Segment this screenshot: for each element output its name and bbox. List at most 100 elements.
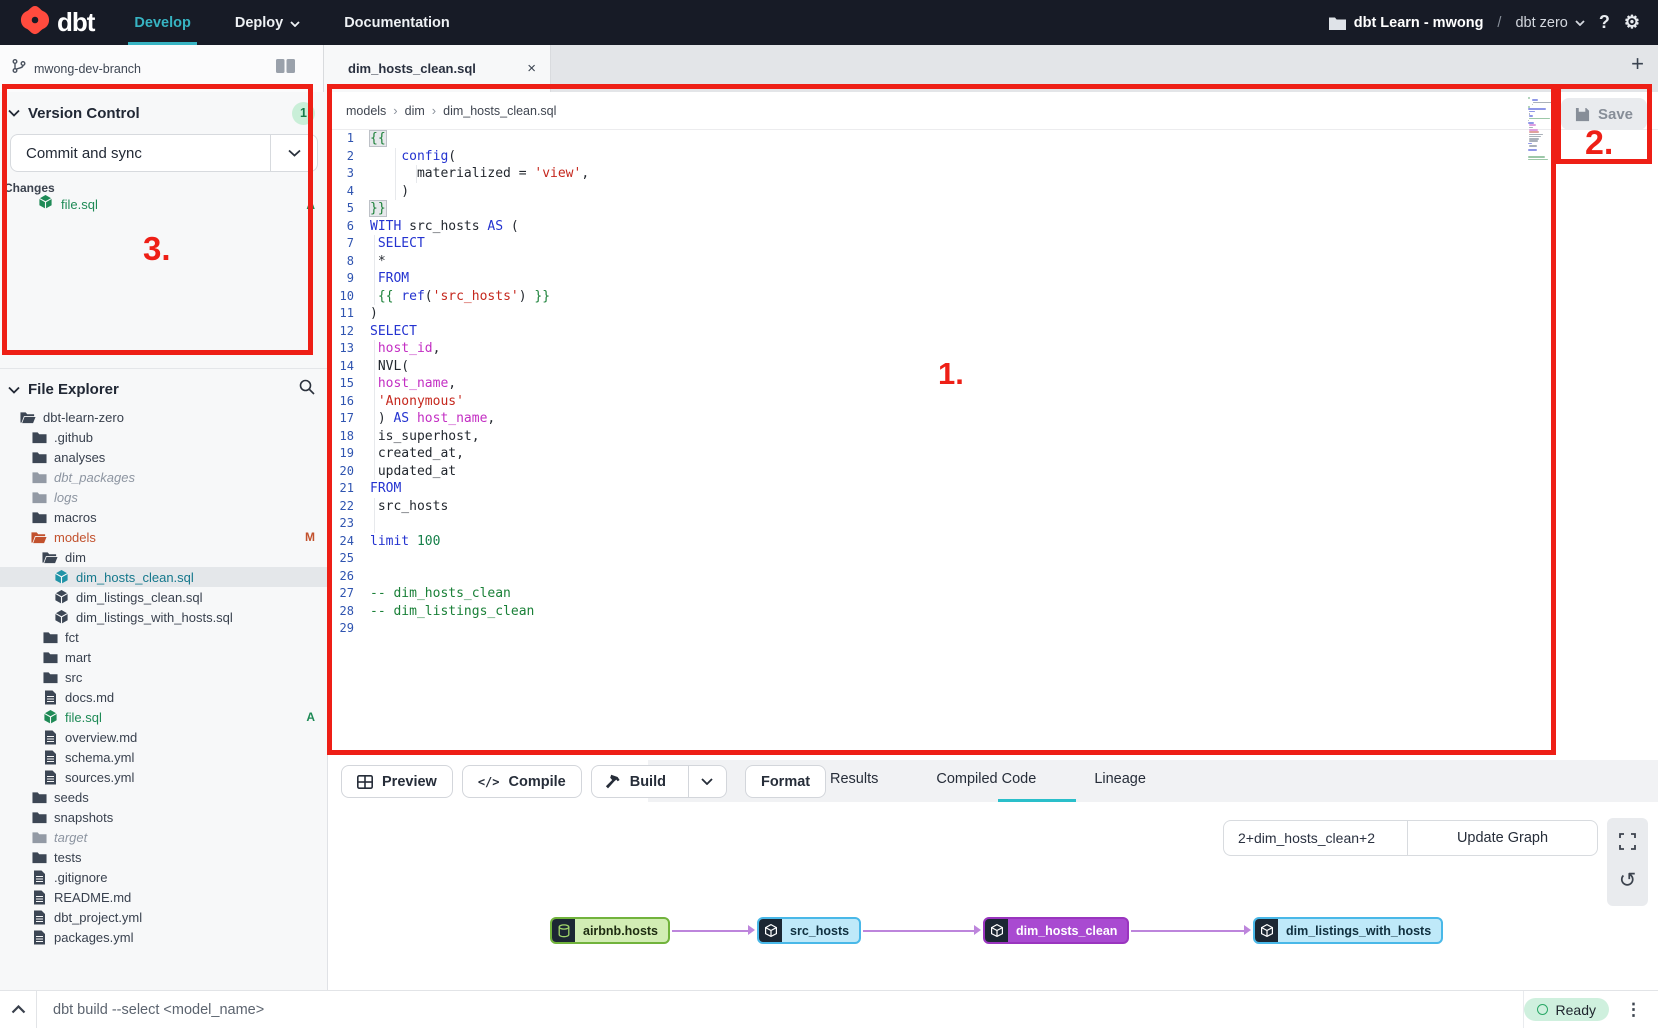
tree-item-docs-md[interactable]: docs.md bbox=[0, 687, 328, 707]
kebab-menu-icon[interactable]: ⋮ bbox=[1625, 1000, 1642, 1020]
tree-item-dbt-packages[interactable]: dbt_packages bbox=[0, 467, 328, 487]
code-line-26[interactable]: 26 bbox=[328, 568, 1658, 586]
breadcrumb-models[interactable]: models bbox=[346, 104, 386, 118]
preview-button[interactable]: Preview bbox=[341, 765, 453, 798]
split-panes-icon[interactable] bbox=[276, 59, 295, 78]
minimap[interactable] bbox=[1528, 97, 1562, 163]
code-line-5[interactable]: 5}} bbox=[328, 200, 1658, 218]
commit-and-sync-button[interactable]: Commit and sync bbox=[10, 134, 318, 172]
code-line-29[interactable]: 29 bbox=[328, 620, 1658, 638]
code-line-14[interactable]: 14 NVL( bbox=[328, 358, 1658, 376]
dbt-logo[interactable]: dbt bbox=[0, 0, 112, 45]
reset-view-icon[interactable]: ↺ bbox=[1619, 870, 1637, 891]
code-line-10[interactable]: 10 {{ ref('src_hosts') }} bbox=[328, 288, 1658, 306]
breadcrumb-dim[interactable]: dim bbox=[405, 104, 425, 118]
tree-item--gitignore[interactable]: .gitignore bbox=[0, 867, 328, 887]
help-icon[interactable]: ? bbox=[1599, 12, 1610, 33]
code-line-18[interactable]: 18 is_superhost, bbox=[328, 428, 1658, 446]
tree-item-sources-yml[interactable]: sources.yml bbox=[0, 767, 328, 787]
changed-file-row[interactable]: file.sql A bbox=[0, 194, 328, 215]
nav-documentation[interactable]: Documentation bbox=[322, 0, 472, 45]
code-line-23[interactable]: 23 bbox=[328, 515, 1658, 533]
tree-item-models[interactable]: modelsM bbox=[0, 527, 328, 547]
tree-item-dim-listings-with-hosts-sql[interactable]: dim_listings_with_hosts.sql bbox=[0, 607, 328, 627]
update-graph-button[interactable]: Update Graph bbox=[1407, 820, 1598, 856]
environment-switcher[interactable]: dbt zero bbox=[1515, 15, 1584, 31]
tab-compiled-code[interactable]: Compiled Code bbox=[922, 765, 1050, 793]
lineage-node-dim-hosts-clean[interactable]: dim_hosts_clean bbox=[983, 917, 1129, 944]
lineage-selector-input[interactable]: 2+dim_hosts_clean+2 bbox=[1223, 820, 1407, 856]
code-line-21[interactable]: 21FROM bbox=[328, 480, 1658, 498]
chevron-up-icon[interactable] bbox=[0, 1005, 36, 1014]
code-line-6[interactable]: 6WITH src_hosts AS ( bbox=[328, 218, 1658, 236]
code-editor[interactable]: 1{{2 config(3 materialized = 'view',4 )5… bbox=[328, 130, 1658, 755]
search-icon[interactable] bbox=[299, 379, 315, 400]
code-line-8[interactable]: 8 * bbox=[328, 253, 1658, 271]
save-button[interactable]: Save bbox=[1561, 98, 1647, 130]
project-switcher[interactable]: dbt Learn - mwong bbox=[1329, 15, 1484, 31]
code-line-2[interactable]: 2 config( bbox=[328, 148, 1658, 166]
code-line-13[interactable]: 13 host_id, bbox=[328, 340, 1658, 358]
tree-item-seeds[interactable]: seeds bbox=[0, 787, 328, 807]
code-line-15[interactable]: 15 host_name, bbox=[328, 375, 1658, 393]
tree-item-schema-yml[interactable]: schema.yml bbox=[0, 747, 328, 767]
tree-item-macros[interactable]: macros bbox=[0, 507, 328, 527]
tree-item-dbt-learn-zero[interactable]: dbt-learn-zero bbox=[0, 407, 328, 427]
code-line-24[interactable]: 24limit 100 bbox=[328, 533, 1658, 551]
tree-item-dim-listings-clean-sql[interactable]: dim_listings_clean.sql bbox=[0, 587, 328, 607]
tab-lineage[interactable]: Lineage bbox=[1080, 765, 1160, 793]
code-line-28[interactable]: 28-- dim_listings_clean bbox=[328, 603, 1658, 621]
format-button[interactable]: Format bbox=[745, 765, 826, 798]
tree-item-readme-md[interactable]: README.md bbox=[0, 887, 328, 907]
nav-deploy[interactable]: Deploy bbox=[213, 0, 322, 45]
tab-results[interactable]: Results bbox=[816, 765, 892, 793]
lineage-node-airbnb-hosts[interactable]: airbnb.hosts bbox=[550, 917, 670, 944]
tab-dim-hosts-clean[interactable]: dim_hosts_clean.sql × bbox=[323, 45, 551, 92]
code-line-27[interactable]: 27-- dim_hosts_clean bbox=[328, 585, 1658, 603]
lineage-node-dim-listings-with-hosts[interactable]: dim_listings_with_hosts bbox=[1253, 917, 1443, 944]
file-explorer-header[interactable]: File Explorer bbox=[0, 368, 327, 410]
compile-button[interactable]: </> Compile bbox=[462, 765, 582, 798]
cli-command-input[interactable]: dbt build --select <model_name> bbox=[37, 1002, 1523, 1018]
tree-item-mart[interactable]: mart bbox=[0, 647, 328, 667]
tree-item-analyses[interactable]: analyses bbox=[0, 447, 328, 467]
code-line-1[interactable]: 1{{ bbox=[328, 130, 1658, 148]
code-line-19[interactable]: 19 created_at, bbox=[328, 445, 1658, 463]
code-line-3[interactable]: 3 materialized = 'view', bbox=[328, 165, 1658, 183]
tree-item-target[interactable]: target bbox=[0, 827, 328, 847]
build-options-dropdown[interactable] bbox=[688, 766, 726, 797]
code-line-12[interactable]: 12SELECT bbox=[328, 323, 1658, 341]
tree-item-logs[interactable]: logs bbox=[0, 487, 328, 507]
build-button[interactable]: Build bbox=[591, 765, 727, 798]
commit-options-dropdown[interactable] bbox=[270, 135, 317, 171]
code-line-11[interactable]: 11) bbox=[328, 305, 1658, 323]
code-line-16[interactable]: 16 'Anonymous' bbox=[328, 393, 1658, 411]
tree-item-overview-md[interactable]: overview.md bbox=[0, 727, 328, 747]
close-icon[interactable]: × bbox=[527, 60, 536, 77]
tree-item--github[interactable]: .github bbox=[0, 427, 328, 447]
new-tab-button[interactable]: + bbox=[1631, 53, 1644, 75]
tree-item-tests[interactable]: tests bbox=[0, 847, 328, 867]
code-line-17[interactable]: 17 ) AS host_name, bbox=[328, 410, 1658, 428]
code-line-22[interactable]: 22 src_hosts bbox=[328, 498, 1658, 516]
fullscreen-icon[interactable] bbox=[1619, 833, 1636, 855]
tree-item-dbt-project-yml[interactable]: dbt_project.yml bbox=[0, 907, 328, 927]
code-line-7[interactable]: 7 SELECT bbox=[328, 235, 1658, 253]
version-control-header[interactable]: Version Control 1 bbox=[0, 92, 327, 134]
nav-develop[interactable]: Develop bbox=[112, 0, 212, 45]
gear-icon[interactable]: ⚙ bbox=[1624, 12, 1640, 33]
tree-item-dim-hosts-clean-sql[interactable]: dim_hosts_clean.sql bbox=[0, 567, 328, 587]
tree-item-file-sql[interactable]: file.sqlA bbox=[0, 707, 328, 727]
branch-name[interactable]: mwong-dev-branch bbox=[34, 62, 141, 76]
tree-item-dim[interactable]: dim bbox=[0, 547, 328, 567]
tree-item-fct[interactable]: fct bbox=[0, 627, 328, 647]
code-line-25[interactable]: 25 bbox=[328, 550, 1658, 568]
lineage-node-src-hosts[interactable]: src_hosts bbox=[757, 917, 861, 944]
code-line-9[interactable]: 9 FROM bbox=[328, 270, 1658, 288]
code-line-20[interactable]: 20 updated_at bbox=[328, 463, 1658, 481]
tree-item-snapshots[interactable]: snapshots bbox=[0, 807, 328, 827]
tree-item-src[interactable]: src bbox=[0, 667, 328, 687]
tree-item-packages-yml[interactable]: packages.yml bbox=[0, 927, 328, 947]
breadcrumb-file[interactable]: dim_hosts_clean.sql bbox=[443, 104, 556, 118]
code-line-4[interactable]: 4 ) bbox=[328, 183, 1658, 201]
